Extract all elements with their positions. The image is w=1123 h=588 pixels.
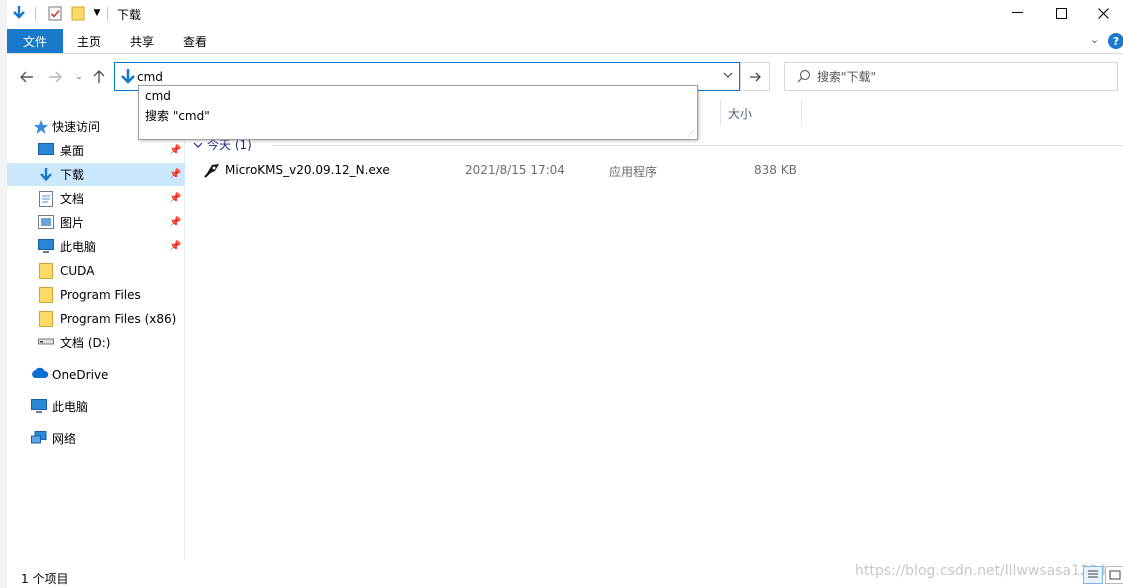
sidebar-item-downloads[interactable]: 下载 📌 xyxy=(7,163,185,186)
sidebar-item-label: 文档 xyxy=(60,192,85,206)
sidebar-item-program-files-x86[interactable]: Program Files (x86) xyxy=(7,307,185,330)
application-icon xyxy=(204,162,220,178)
properties-icon[interactable] xyxy=(47,5,63,21)
download-folder-icon xyxy=(119,68,137,86)
search-icon xyxy=(797,69,811,87)
go-button[interactable] xyxy=(740,62,770,91)
folder-icon xyxy=(39,310,55,327)
watermark: https://blog.csdn.net/lllwwsasa1234 xyxy=(855,563,1107,579)
ribbon-tabs: 文件 主页 共享 查看 ⌄ ? xyxy=(7,29,1123,54)
chevron-down-icon xyxy=(193,142,203,148)
title-separator xyxy=(107,7,108,21)
close-button[interactable] xyxy=(1080,0,1123,26)
network-icon xyxy=(31,430,47,447)
sidebar-item-pictures[interactable]: 图片 📌 xyxy=(7,211,185,234)
back-button[interactable] xyxy=(17,65,37,89)
status-item-count: 1 个项目 xyxy=(21,572,69,586)
background-window-strip xyxy=(0,0,7,588)
customize-quick-access-icon[interactable]: ▼ xyxy=(89,5,105,21)
sidebar-item-label: OneDrive xyxy=(52,367,109,382)
address-input[interactable] xyxy=(137,68,697,86)
large-icons-view-icon[interactable] xyxy=(1105,566,1123,584)
file-explorer-window: ▼ 下载 文件 主页 共享 查看 ⌄ ? ⌄ cmd 搜索"下载" cmd 搜索… xyxy=(7,0,1123,588)
autocomplete-item[interactable]: 搜索 "cmd" xyxy=(145,107,210,124)
address-autocomplete: cmd 搜索 "cmd" ⋰ xyxy=(138,85,698,140)
download-folder-icon xyxy=(38,167,54,183)
file-row[interactable]: MicroKMS_v20.09.12_N.exe 2021/8/15 17:04… xyxy=(197,159,817,181)
column-header-size[interactable]: 大小 xyxy=(728,100,752,126)
sidebar-item-label: Program Files xyxy=(60,287,141,302)
help-icon[interactable]: ? xyxy=(1108,33,1123,49)
computer-icon xyxy=(38,238,54,255)
pin-icon[interactable]: 📌 xyxy=(169,145,181,156)
sidebar-item-this-pc-pinned[interactable]: 此电脑 📌 xyxy=(7,235,185,258)
file-type: 应用程序 xyxy=(609,165,658,179)
sidebar-item-label: 文档 (D:) xyxy=(60,336,111,350)
search-input[interactable] xyxy=(817,69,1107,85)
search-box[interactable] xyxy=(784,62,1118,91)
new-folder-icon[interactable] xyxy=(70,5,86,21)
navigation-pane: 快速访问 桌面 📌 下载 📌 文档 📌 图片 📌 此电脑 📌 CUDA Prog… xyxy=(7,110,185,560)
minimize-button[interactable] xyxy=(994,0,1040,26)
details-view-icon[interactable] xyxy=(1083,566,1103,584)
star-icon xyxy=(33,119,49,135)
title-separator xyxy=(35,7,36,21)
pin-icon[interactable]: 📌 xyxy=(169,169,181,180)
file-date: 2021/8/15 17:04 xyxy=(465,163,565,177)
computer-icon xyxy=(31,398,47,415)
sidebar-item-label: Program Files (x86) xyxy=(60,311,177,326)
sidebar-item-documents[interactable]: 文档 📌 xyxy=(7,187,185,210)
pin-icon[interactable]: 📌 xyxy=(169,217,181,228)
sidebar-item-program-files[interactable]: Program Files xyxy=(7,283,185,306)
sidebar-item-cuda[interactable]: CUDA xyxy=(7,259,185,282)
folder-icon xyxy=(39,262,55,279)
autocomplete-item[interactable]: cmd xyxy=(145,89,171,103)
expand-ribbon-icon[interactable]: ⌄ xyxy=(1090,33,1099,46)
sidebar-item-desktop[interactable]: 桌面 📌 xyxy=(7,139,185,162)
title-bar: ▼ 下载 xyxy=(7,0,1123,28)
chevron-down-icon[interactable] xyxy=(723,68,733,81)
window-title: 下载 xyxy=(117,8,142,22)
pin-icon[interactable]: 📌 xyxy=(169,241,181,252)
sidebar-item-label: 下载 xyxy=(60,168,85,182)
sidebar-item-label: 桌面 xyxy=(60,144,85,158)
download-folder-icon xyxy=(11,5,27,21)
column-separator[interactable] xyxy=(720,100,721,126)
recent-locations-icon[interactable]: ⌄ xyxy=(69,65,89,89)
sidebar-item-onedrive[interactable]: OneDrive xyxy=(7,363,185,386)
sidebar-item-label: 此电脑 xyxy=(60,240,97,254)
maximize-button[interactable] xyxy=(1038,0,1084,26)
file-size: 838 KB xyxy=(754,163,797,177)
sidebar-item-label: CUDA xyxy=(60,263,95,278)
sidebar-item-label: 网络 xyxy=(52,432,77,446)
sidebar-item-label: 快速访问 xyxy=(52,120,101,134)
cloud-icon xyxy=(31,367,49,383)
folder-icon xyxy=(39,286,55,303)
document-icon xyxy=(39,190,55,207)
tab-share[interactable]: 共享 xyxy=(120,29,164,53)
file-name[interactable]: MicroKMS_v20.09.12_N.exe xyxy=(225,163,390,177)
resize-grip-icon[interactable]: ⋰ xyxy=(687,129,695,138)
desktop-icon xyxy=(38,142,54,159)
tab-home[interactable]: 主页 xyxy=(67,29,111,53)
pin-icon[interactable]: 📌 xyxy=(169,193,181,204)
sidebar-item-label: 此电脑 xyxy=(52,400,89,414)
up-button[interactable] xyxy=(89,65,109,89)
drive-icon xyxy=(38,335,54,351)
sidebar-item-drive-d[interactable]: 文档 (D:) xyxy=(7,331,185,354)
forward-button[interactable] xyxy=(45,65,65,89)
pictures-icon xyxy=(38,214,54,231)
group-divider xyxy=(272,145,1123,146)
sidebar-item-this-pc[interactable]: 此电脑 xyxy=(7,395,185,418)
sidebar-item-network[interactable]: 网络 xyxy=(7,427,185,450)
sidebar-item-label: 图片 xyxy=(60,216,85,230)
tab-file[interactable]: 文件 xyxy=(7,29,63,53)
column-separator[interactable] xyxy=(801,100,802,126)
tab-view[interactable]: 查看 xyxy=(173,29,217,53)
